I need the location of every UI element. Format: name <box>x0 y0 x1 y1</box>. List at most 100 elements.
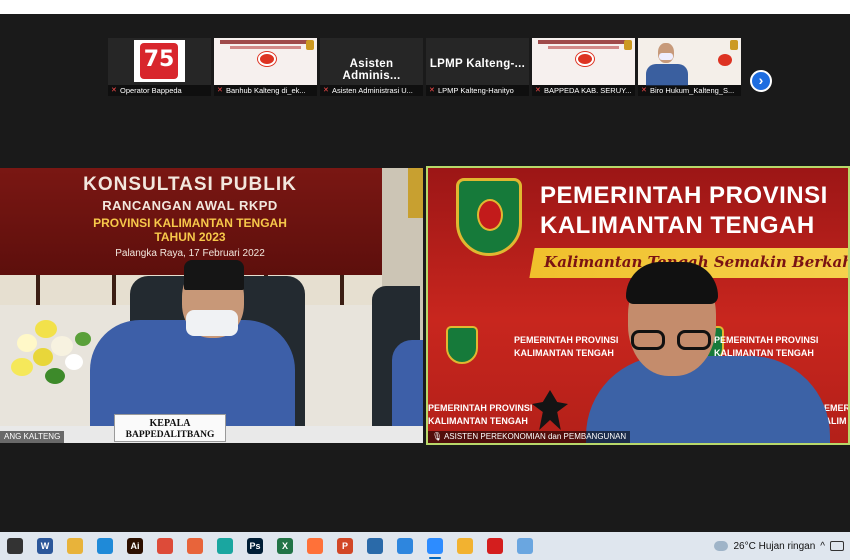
taskbar-app-button[interactable] <box>90 532 120 560</box>
participant-name: Asisten Administrasi U... <box>332 86 413 95</box>
participant-name: Biro Hukum_Kalteng_S... <box>650 86 735 95</box>
taskbar-app-button[interactable] <box>390 532 420 560</box>
participant-name: Operator Bappeda <box>120 86 182 95</box>
virtualbox-icon <box>367 538 383 554</box>
taskbar-app-button[interactable]: P <box>330 532 360 560</box>
bg-small-text-line: KALIMANTAN TENGAH <box>514 348 614 358</box>
participant-name: BAPPEDA KAB. SERUY... <box>544 86 632 95</box>
taskbar-app-button[interactable]: X <box>270 532 300 560</box>
participant-thumbnail[interactable]: ✕ BAPPEDA KAB. SERUY... <box>532 38 635 96</box>
mic-muted-icon: ✕ <box>111 86 117 94</box>
video-tile-active-speaker[interactable]: PEMERINTAH PROVINSI KALIMANTAN TENGAH Ka… <box>426 166 850 445</box>
taskbar-app-button[interactable] <box>300 532 330 560</box>
keyboard-icon[interactable] <box>830 541 844 551</box>
illustrator-icon: Ai <box>127 538 143 554</box>
banner-year: TAHUN 2023 <box>154 230 226 244</box>
bg-small-text: PEMERINTAH PROVINSI KALIMANTAN TENGAH <box>428 402 532 428</box>
participant-name: Banhub Kalteng di_ek... <box>226 86 306 95</box>
cloud-rain-icon[interactable] <box>714 541 729 551</box>
taskbar-app-button[interactable] <box>60 532 90 560</box>
participant-caption: ✕ BAPPEDA KAB. SERUY... <box>532 85 635 96</box>
taskbar-app-button[interactable] <box>420 532 450 560</box>
taskbar-app-button[interactable]: Ai <box>120 532 150 560</box>
system-tray: 26°C Hujan ringan ^ <box>714 532 850 560</box>
participant-caption: ✕ Banhub Kalteng di_ek... <box>214 85 317 96</box>
chrome-icon <box>157 538 173 554</box>
participant-thumbnail[interactable]: 75 ✕ Operator Bappeda <box>108 38 211 96</box>
powerpoint-icon: P <box>337 538 353 554</box>
bg-small-text-line: PEMERINTAH PROVINSI <box>514 335 619 345</box>
gallery-next-button[interactable]: › <box>750 70 772 92</box>
windows-taskbar: W Ai Ps X P 26°C Hujan ringan ^ <box>0 532 850 560</box>
taskbar-app-button[interactable]: Ps <box>240 532 270 560</box>
bg-small-text-line: PEMERINTAH PROVINSI <box>428 403 533 413</box>
mic-muted-icon: ✕ <box>641 86 647 94</box>
bg-small-text-line: KALIMANTAN TENGAH <box>428 416 528 426</box>
paint-icon <box>517 538 533 554</box>
weather-text[interactable]: 26°C Hujan ringan <box>733 541 815 552</box>
participant-caption: ✕ Biro Hukum_Kalteng_S... <box>638 85 741 96</box>
taskbar-app-button[interactable] <box>0 532 30 560</box>
outlook-icon <box>97 538 113 554</box>
taskbar-app-button[interactable] <box>510 532 540 560</box>
window-top-bar <box>0 0 850 14</box>
mic-muted-icon: ✕ <box>535 86 541 94</box>
banner-date: Palangka Raya, 17 Februari 2022 <box>115 248 265 259</box>
speaker-hair <box>626 262 718 304</box>
participant-caption: ✕ Operator Bappeda <box>108 85 211 96</box>
participant-name-large: Asisten Adminis... <box>342 58 401 82</box>
banner-title: KONSULTASI PUBLIK <box>83 174 297 195</box>
province-emblem <box>456 178 522 256</box>
participant-gallery: 75 ✕ Operator Bappeda ✕ Banhub Kalteng di_ek… <box>108 38 741 110</box>
anniversary-logo: 75 <box>134 40 185 82</box>
word-icon: W <box>37 538 53 554</box>
participant-thumbnail[interactable]: LPMP Kalteng-... ✕ LPMP Kalteng-Hanityo <box>426 38 529 96</box>
taskbar-app-button[interactable] <box>480 532 510 560</box>
zoom-icon <box>427 538 443 554</box>
event-banner: KONSULTASI PUBLIK RANCANGAN AWAL RKPD PR… <box>0 168 382 275</box>
taskbar-app-button[interactable] <box>210 532 240 560</box>
video-tile-bappedalitbang[interactable]: KONSULTASI PUBLIK RANCANGAN AWAL RKPD PR… <box>0 168 423 443</box>
speaker-mask <box>186 310 238 336</box>
excel-icon: X <box>277 538 293 554</box>
video-caption: 🎙 ASISTEN PEREKONOMIAN dan PEMBANGUNAN <box>428 431 631 443</box>
mail-icon <box>187 538 203 554</box>
firefox-icon <box>307 538 323 554</box>
video-caption-text: ASISTEN PEREKONOMIAN dan PEMBANGUNAN <box>443 432 627 441</box>
flower-bouquet <box>5 314 100 414</box>
bg-title-line2: KALIMANTAN TENGAH <box>540 212 815 239</box>
banner-province: PROVINSI KALIMANTAN TENGAH <box>93 216 287 230</box>
participant-name-large: LPMP Kalteng-... <box>429 58 526 70</box>
participant-thumbnail[interactable]: Asisten Adminis... ✕ Asisten Administrasi … <box>320 38 423 96</box>
thumbnail-poster <box>532 38 635 85</box>
thumbnail-poster <box>214 38 317 85</box>
task-view-icon <box>7 538 23 554</box>
speaker-glasses <box>631 330 713 350</box>
bg-small-text-line: PEMERINTAH PROVINSI <box>714 335 819 345</box>
participant-name: LPMP Kalteng-Hanityo <box>438 86 514 95</box>
remote-desktop-icon <box>397 538 413 554</box>
chevron-right-icon: › <box>758 72 764 88</box>
banner-subtitle: RANCANGAN AWAL RKPD <box>102 198 278 213</box>
background-frame <box>408 168 423 218</box>
taskbar-app-button[interactable] <box>150 532 180 560</box>
participant-thumbnail[interactable]: ✕ Biro Hukum_Kalteng_S... <box>638 38 741 96</box>
taskbar-app-button[interactable]: W <box>30 532 60 560</box>
mini-emblem <box>446 326 478 364</box>
taskbar-apps: W Ai Ps X P <box>0 532 540 560</box>
bg-small-text: PEMERINTAH PROVINSI KALIMANTAN TENGAH <box>514 334 618 360</box>
name-plate-title: KEPALA <box>149 418 191 429</box>
mic-muted-icon: ✕ <box>429 86 435 94</box>
participant-caption: ✕ Asisten Administrasi U... <box>320 85 423 96</box>
acrobat-icon <box>487 538 503 554</box>
name-plate-office: BAPPEDALITBANG <box>125 430 215 440</box>
thumbnail-video <box>638 38 741 86</box>
tray-overflow-chevron-icon[interactable]: ^ <box>820 541 825 552</box>
edge-icon <box>217 538 233 554</box>
mic-muted-icon: ✕ <box>217 86 223 94</box>
taskbar-app-button[interactable] <box>360 532 390 560</box>
media-player-icon <box>457 538 473 554</box>
participant-thumbnail[interactable]: ✕ Banhub Kalteng di_ek... <box>214 38 317 96</box>
taskbar-app-button[interactable] <box>450 532 480 560</box>
taskbar-app-button[interactable] <box>180 532 210 560</box>
